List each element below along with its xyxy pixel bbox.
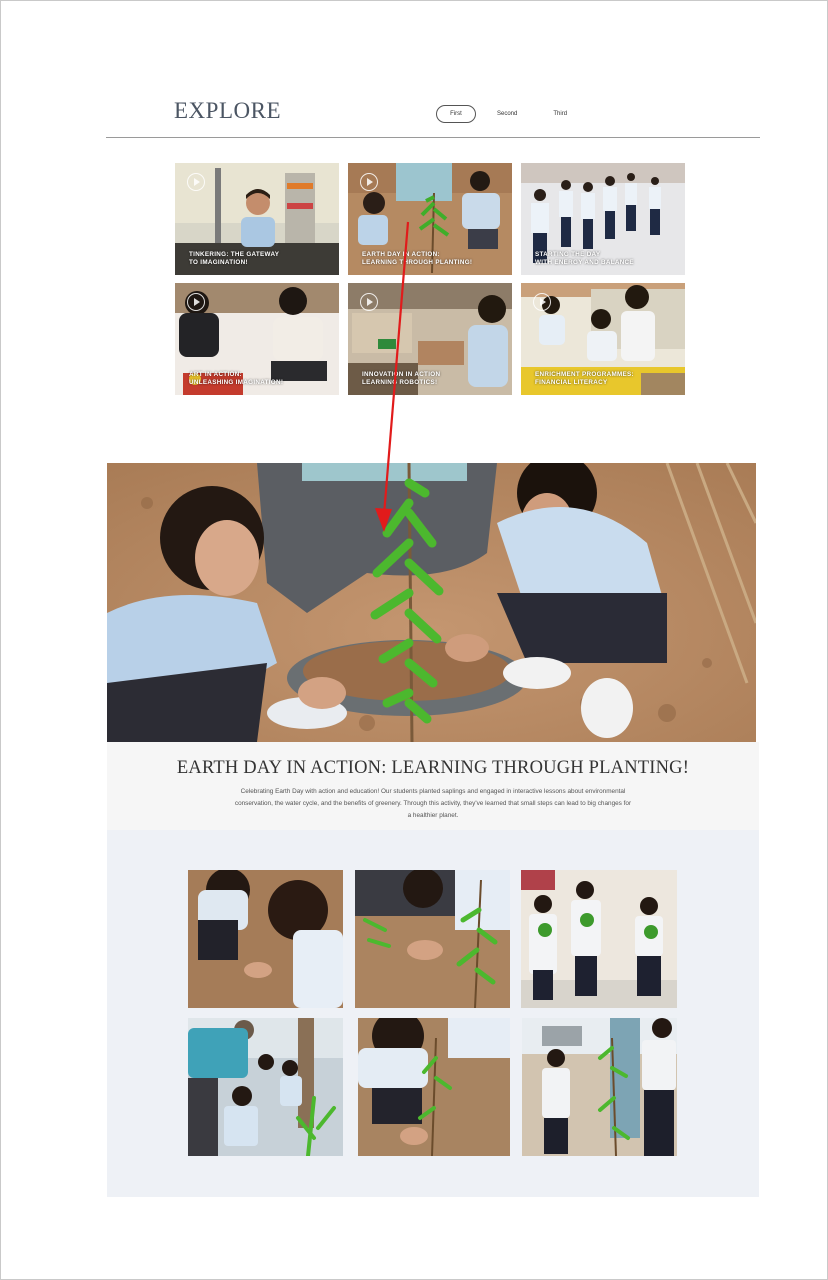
play-circle-icon [187,293,205,311]
story-title: EARTH DAY IN ACTION: LEARNING THROUGH PL… [176,758,690,778]
activity-card-robotics[interactable]: INNOVATION IN ACTION LEARNING ROBOTICS! [348,283,512,395]
tab-bar: First Second Third [436,104,588,124]
tab-first[interactable]: First [436,105,476,123]
teacher-with-children-photo [188,1018,343,1156]
children-digging-photo [188,870,343,1008]
card-caption: INNOVATION IN ACTION LEARNING ROBOTICS! [362,371,441,386]
tab-second[interactable]: Second [482,105,532,123]
card-caption: ART IN ACTION: UNLEASHING IMAGINATION! [189,371,284,386]
story-description: Celebrating Earth Day with action and ed… [234,788,632,819]
card-caption: ENRICHMENT PROGRAMMES: FINANCIAL LITERACY [535,371,634,386]
story-detail-panel: EARTH DAY IN ACTION: LEARNING THROUGH PL… [107,742,759,830]
play-circle-icon [360,293,378,311]
girl-planting-photo [358,1018,510,1156]
play-circle-icon [360,173,378,191]
gallery-photo-5[interactable] [358,1018,510,1156]
activity-card-tinkering[interactable]: TINKERING: THE GATEWAY TO IMAGINATION! [175,163,339,275]
card-caption: STARTING THE DAY WITH ENERGY AND BALANCE [535,251,634,266]
gallery-photo-2[interactable] [355,870,510,1008]
gallery-photo-3[interactable] [521,870,677,1008]
activity-card-morning-exercise[interactable]: STARTING THE DAY WITH ENERGY AND BALANCE [521,163,685,275]
tab-third[interactable]: Third [538,105,582,123]
gallery-photo-1[interactable] [188,870,343,1008]
play-circle-icon [187,173,205,191]
play-circle-icon [533,293,551,311]
children-with-sapling-photo [522,1018,677,1156]
gallery-photo-4[interactable] [188,1018,343,1156]
activity-card-financial-literacy[interactable]: ENRICHMENT PROGRAMMES: FINANCIAL LITERACY [521,283,685,395]
hero-image-earth-day [107,463,756,742]
activity-card-grid: TINKERING: THE GATEWAY TO IMAGINATION! EA… [175,163,685,395]
gallery-photo-6[interactable] [522,1018,677,1156]
photo-gallery [107,830,759,1197]
card-caption: TINKERING: THE GATEWAY TO IMAGINATION! [189,251,280,266]
activity-card-earth-day[interactable]: EARTH DAY IN ACTION: LEARNING THROUGH PLA… [348,163,512,275]
explore-header: EXPLORE First Second Third [106,76,760,138]
page-title: EXPLORE [174,98,281,123]
card-caption: EARTH DAY IN ACTION: LEARNING THROUGH PLA… [362,251,473,266]
children-holding-plants-photo [521,870,677,1008]
activity-card-art[interactable]: ART IN ACTION: UNLEASHING IMAGINATION! [175,283,339,395]
hero-planting-photo [107,463,756,742]
hands-planting-photo [355,870,510,1008]
